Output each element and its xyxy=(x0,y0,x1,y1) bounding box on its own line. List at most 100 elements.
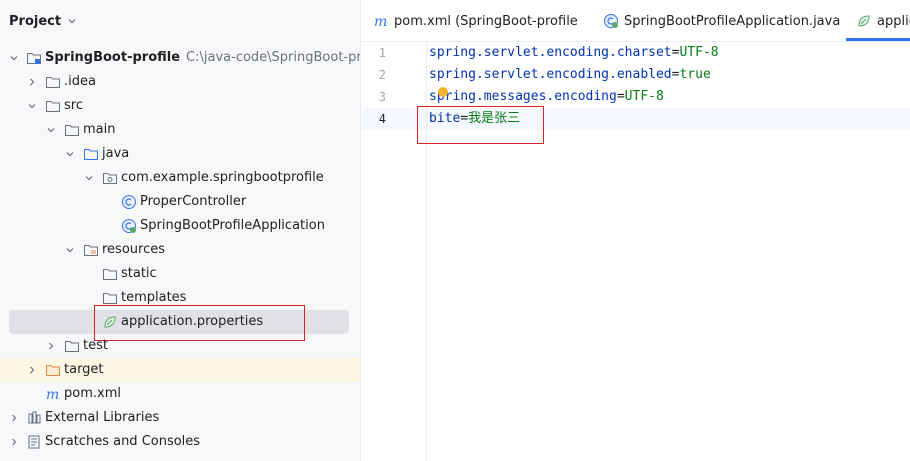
project-panel-header[interactable]: Project xyxy=(0,0,360,42)
spring-properties-icon xyxy=(858,15,870,27)
libraries-icon xyxy=(28,411,41,424)
tree-item-main[interactable]: main xyxy=(0,118,360,142)
class-icon xyxy=(122,195,136,209)
tree-item-static[interactable]: static xyxy=(0,262,360,286)
property-value: UTF-8 xyxy=(679,45,719,60)
tree-item-label: com.example.springbootprofile xyxy=(121,170,324,185)
tree-item-label: Scratches and Consoles xyxy=(45,434,201,449)
tree-item-label: ProperController xyxy=(140,194,247,209)
code-line-1[interactable]: spring.servlet.encoding.charset=UTF-8 xyxy=(429,42,719,64)
folder-icon xyxy=(65,125,79,136)
property-key: bite xyxy=(429,111,461,126)
chevron-right-icon[interactable] xyxy=(27,77,37,87)
tree-item-java[interactable]: java xyxy=(0,142,360,166)
tree-item-label: templates xyxy=(121,290,187,305)
svg-text:m: m xyxy=(374,14,387,29)
spring-boot-class-icon xyxy=(604,14,618,28)
tree-item-label: application.properties xyxy=(121,314,264,329)
property-value: true xyxy=(679,67,711,82)
source-folder-icon xyxy=(84,149,98,160)
tree-item-external-libraries[interactable]: External Libraries xyxy=(0,406,360,430)
tab-label: SpringBootProfileApplication.java xyxy=(624,13,841,29)
chevron-down-icon[interactable] xyxy=(46,125,56,135)
chevron-right-icon[interactable] xyxy=(9,437,19,447)
tab-label: applic xyxy=(877,13,910,29)
tree-item-idea[interactable]: .idea xyxy=(0,70,360,94)
active-tab-indicator xyxy=(846,38,910,41)
editor-tab-bar: m pom.xml (SpringBoot-profile SpringBoot… xyxy=(362,0,910,42)
chevron-right-icon[interactable] xyxy=(9,413,19,423)
project-panel-title[interactable]: Project xyxy=(9,14,61,29)
folder-icon xyxy=(103,269,117,280)
chevron-down-icon[interactable] xyxy=(9,53,19,63)
tree-item-label: External Libraries xyxy=(45,410,160,425)
spring-properties-icon xyxy=(104,316,116,328)
tree-item-templates[interactable]: templates xyxy=(0,286,360,310)
spring-boot-class-icon xyxy=(122,219,136,233)
code-line-3[interactable]: spring.messages.encoding=UTF-8 xyxy=(429,86,664,108)
property-key: spring.servlet.encoding.charset xyxy=(429,45,672,60)
chevron-down-icon[interactable] xyxy=(65,245,75,255)
chevron-right-icon[interactable] xyxy=(27,365,37,375)
maven-icon: m xyxy=(374,14,387,29)
tree-item-test[interactable]: test xyxy=(0,334,360,358)
tree-item-label: static xyxy=(121,266,157,281)
intention-bulb-icon[interactable] xyxy=(438,87,448,97)
tab-pom-xml[interactable]: m pom.xml (SpringBoot-profile xyxy=(373,0,578,42)
tree-item-label: SpringBoot-profile xyxy=(45,50,181,65)
property-value: UTF-8 xyxy=(624,89,664,104)
tree-item-src[interactable]: src xyxy=(0,94,360,118)
scratches-icon xyxy=(28,435,40,449)
tree-item-label: .idea xyxy=(64,74,96,89)
svg-text:m: m xyxy=(46,387,59,402)
line-number-gutter[interactable]: 1 2 3 4 xyxy=(362,42,422,461)
tree-item-application-properties[interactable]: application.properties xyxy=(0,310,360,334)
resources-folder-icon xyxy=(84,245,98,256)
tree-item-label: resources xyxy=(102,242,166,257)
folder-icon xyxy=(65,341,79,352)
tree-item-package[interactable]: com.example.springbootprofile xyxy=(0,166,360,190)
tree-item-label: pom.xml xyxy=(64,386,121,401)
tree-item-label: SpringBootProfileApplication xyxy=(140,218,325,233)
tree-item-pom-xml[interactable]: m pom.xml xyxy=(0,382,360,406)
project-path: C:\java-code\SpringBoot-profile xyxy=(186,50,361,65)
chevron-down-icon[interactable] xyxy=(27,101,37,111)
tree-item-label: target xyxy=(64,362,104,377)
tree-item-label: test xyxy=(83,338,108,353)
tree-item-propercontroller[interactable]: ProperController xyxy=(0,190,360,214)
line-number: 3 xyxy=(378,90,386,104)
property-separator: = xyxy=(460,111,469,126)
tree-item-label: java xyxy=(102,146,130,161)
module-folder-icon xyxy=(27,53,41,64)
tree-item-target[interactable]: target xyxy=(0,358,360,382)
tree-item-springbootprofileapplication[interactable]: SpringBootProfileApplication xyxy=(0,214,360,238)
folder-icon xyxy=(46,77,60,88)
tab-springbootprofileapplication[interactable]: SpringBootProfileApplication.java xyxy=(603,0,840,42)
package-icon xyxy=(103,173,117,184)
tree-item-label: src xyxy=(64,98,83,113)
project-tool-window: Project SpringBoot-profile C:\java-code\S… xyxy=(0,0,361,461)
chevron-right-icon[interactable] xyxy=(46,341,56,351)
tree-item-resources[interactable]: resources xyxy=(0,238,360,262)
editor-area: m pom.xml (SpringBoot-profile SpringBoot… xyxy=(362,0,910,461)
tree-item-scratches-and-consoles[interactable]: Scratches and Consoles xyxy=(0,430,360,454)
chevron-down-icon[interactable] xyxy=(84,173,94,183)
folder-icon xyxy=(103,293,117,304)
line-number: 4 xyxy=(378,112,386,126)
excluded-folder-icon xyxy=(46,365,60,376)
code-line-2[interactable]: spring.servlet.encoding.enabled=true xyxy=(429,64,711,86)
code-line-4[interactable]: bite=我是张三 xyxy=(429,108,520,130)
gutter-divider xyxy=(426,42,427,461)
property-separator: = xyxy=(616,89,625,104)
tab-label: pom.xml (SpringBoot-profile xyxy=(394,13,578,29)
line-number: 2 xyxy=(378,68,386,82)
tree-item-label: main xyxy=(83,122,116,137)
property-key: spring.servlet.encoding.enabled xyxy=(429,67,672,82)
tree-item-springboot-profile[interactable]: SpringBoot-profile C:\java-code\SpringBoo… xyxy=(0,46,361,70)
chevron-down-icon[interactable] xyxy=(65,149,75,159)
property-key: spring.messages.encoding xyxy=(429,89,617,104)
tab-application-properties[interactable]: applic xyxy=(856,0,910,42)
maven-icon: m xyxy=(46,387,59,402)
chevron-down-icon[interactable] xyxy=(67,16,77,26)
property-value: 我是张三 xyxy=(468,111,521,126)
